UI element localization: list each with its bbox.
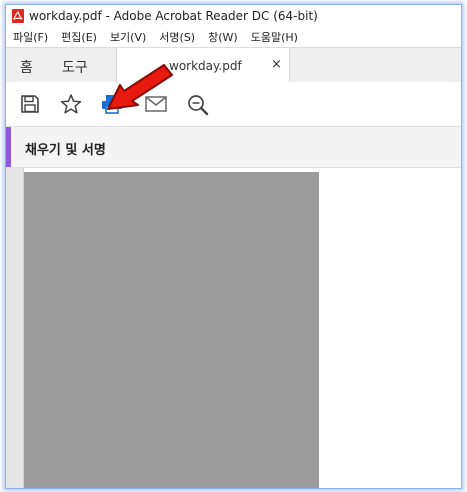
acrobat-app-icon xyxy=(12,9,24,23)
left-pane-strip[interactable] xyxy=(6,168,24,488)
panel-title: 채우기 및 서명 xyxy=(25,143,106,158)
title-bar: workday.pdf - Adobe Acrobat Reader DC (6… xyxy=(6,5,461,27)
menu-help[interactable]: 도움말(H) xyxy=(251,29,298,45)
red-arrow-annotation xyxy=(107,64,173,110)
page-preview xyxy=(24,172,319,488)
zoom-search-icon[interactable] xyxy=(187,94,209,120)
tab-bar: 홈 도구 workday.pdf × xyxy=(6,47,461,83)
tab-close-icon[interactable]: × xyxy=(271,57,282,72)
right-scrollbar[interactable] xyxy=(447,168,461,488)
panel-accent-bar xyxy=(6,127,11,167)
toolbar xyxy=(6,82,461,127)
menu-view[interactable]: 보기(V) xyxy=(110,29,146,45)
document-area xyxy=(6,168,461,488)
window-title: workday.pdf - Adobe Acrobat Reader DC (6… xyxy=(29,9,318,23)
menu-file[interactable]: 파일(F) xyxy=(13,29,48,45)
menu-sign[interactable]: 서명(S) xyxy=(159,29,195,45)
fill-and-sign-panel: 채우기 및 서명 xyxy=(6,127,461,168)
tab-home[interactable]: 홈 xyxy=(20,57,33,77)
acrobat-window: workday.pdf - Adobe Acrobat Reader DC (6… xyxy=(5,4,462,489)
save-icon[interactable] xyxy=(20,94,40,118)
menu-edit[interactable]: 편집(E) xyxy=(61,29,97,45)
star-icon[interactable] xyxy=(60,93,82,119)
menu-window[interactable]: 창(W) xyxy=(208,29,238,45)
tab-tools[interactable]: 도구 xyxy=(62,57,88,77)
menu-bar: 파일(F) 편집(E) 보기(V) 서명(S) 창(W) 도움말(H) xyxy=(6,27,461,47)
